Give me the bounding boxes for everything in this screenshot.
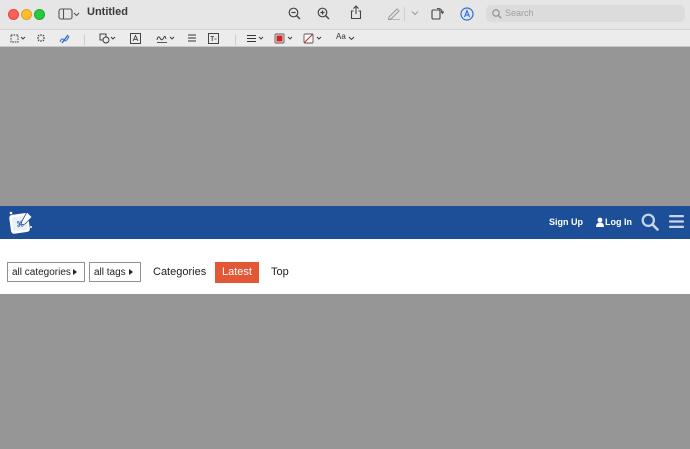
tags-dropdown[interactable]: all tags — [89, 262, 141, 282]
toolbar-separator — [235, 34, 236, 45]
chevron-down-icon[interactable] — [348, 36, 355, 41]
text-icon[interactable] — [130, 33, 141, 44]
zoom-out-icon[interactable] — [288, 7, 301, 20]
search-placeholder: Search — [505, 8, 534, 18]
navigation-bar: all categories all tags Categories Lates… — [0, 239, 690, 294]
toolbar-separator — [404, 7, 405, 21]
sign-icon[interactable] — [156, 33, 177, 44]
font-icon[interactable]: Aa — [336, 32, 346, 41]
tags-dropdown-label: all tags — [94, 267, 126, 278]
caret-right-icon — [129, 269, 133, 275]
selection-icon[interactable] — [10, 34, 28, 43]
shapes-icon[interactable] — [99, 33, 118, 44]
search-input[interactable]: Search — [486, 5, 685, 22]
sketch-icon[interactable] — [59, 33, 70, 44]
site-header: ⌘ Sign Up Log In — [0, 206, 690, 239]
categories-dropdown[interactable]: all categories — [7, 262, 85, 282]
nav-latest[interactable]: Latest — [215, 262, 259, 283]
window-title: Untitled — [87, 6, 128, 18]
search-icon[interactable] — [641, 213, 659, 231]
categories-dropdown-label: all categories — [12, 267, 71, 278]
markup-toolbar-icon[interactable] — [460, 7, 474, 21]
text-box-icon[interactable] — [208, 33, 219, 44]
share-icon[interactable] — [350, 5, 362, 20]
minimize-window-button[interactable] — [21, 9, 32, 20]
user-icon — [596, 217, 604, 227]
nav-top[interactable]: Top — [271, 266, 289, 278]
toolbar-separator — [84, 34, 85, 45]
nav-categories[interactable]: Categories — [153, 266, 206, 278]
hamburger-menu-icon[interactable] — [669, 214, 684, 229]
chevron-down-icon[interactable] — [411, 10, 419, 16]
zoom-window-button[interactable] — [34, 9, 45, 20]
site-logo-icon[interactable]: ⌘ — [7, 209, 34, 236]
sign-up-button[interactable]: Sign Up — [549, 217, 583, 227]
line-style-icon[interactable] — [246, 34, 265, 43]
border-color-icon[interactable] — [274, 33, 295, 44]
search-icon — [492, 9, 502, 19]
sidebar-toggle-icon[interactable] — [58, 8, 80, 20]
magic-select-icon[interactable] — [36, 33, 46, 43]
fill-color-icon[interactable] — [303, 33, 324, 44]
window-titlebar: Untitled Search — [0, 0, 690, 29]
markup-toolbar: Aa — [0, 29, 690, 47]
log-in-label: Log In — [605, 217, 632, 227]
markup-pen-icon[interactable] — [387, 6, 401, 20]
notes-icon[interactable] — [187, 33, 197, 43]
close-window-button[interactable] — [8, 9, 19, 20]
rotate-icon[interactable] — [431, 6, 444, 20]
caret-right-icon — [73, 269, 77, 275]
zoom-in-icon[interactable] — [317, 7, 330, 20]
